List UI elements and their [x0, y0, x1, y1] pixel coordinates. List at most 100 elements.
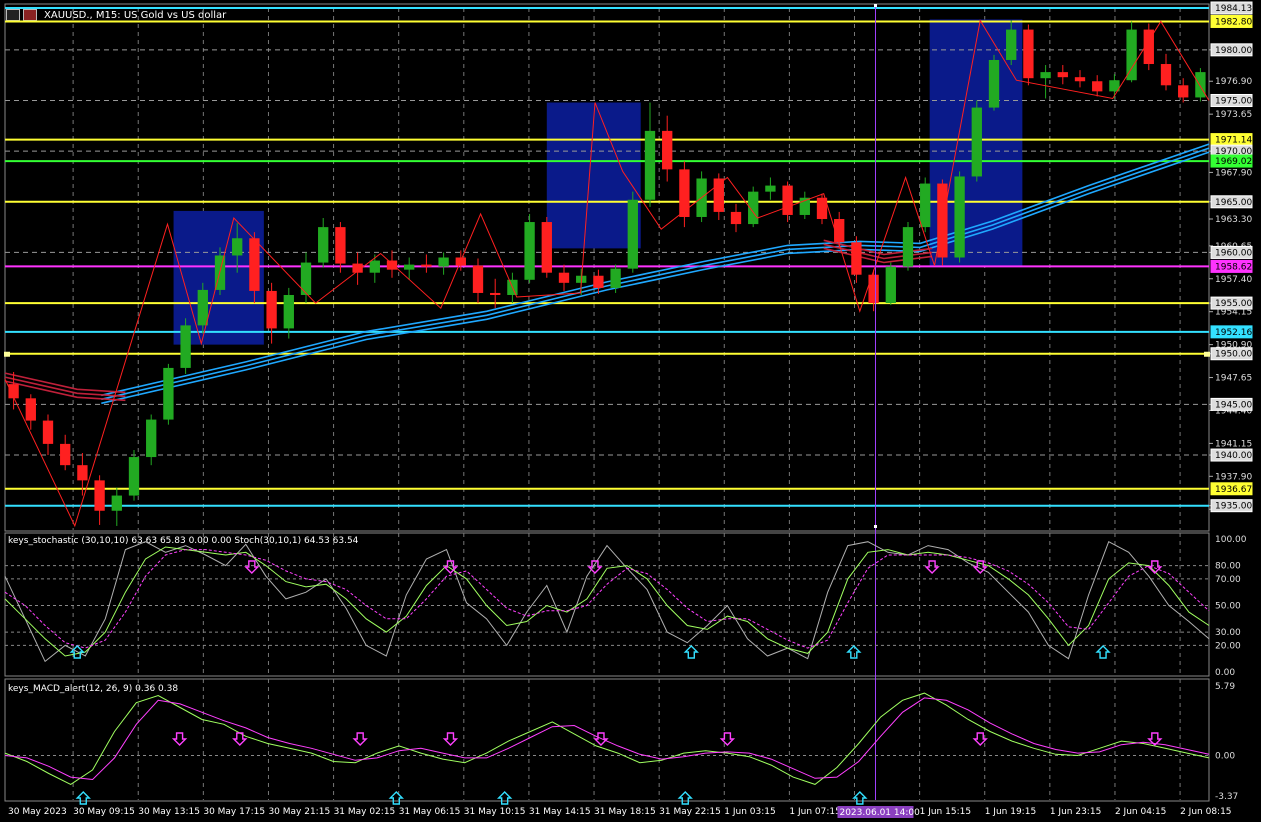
candle-body — [782, 185, 793, 215]
candle-body — [25, 398, 36, 421]
x-tick-label: 31 May 18:15 — [594, 807, 656, 817]
candle-body — [868, 274, 879, 304]
stoch-tick-label: 30.00 — [1215, 628, 1241, 638]
price-level-tag-text: 1965.00 — [1215, 198, 1252, 208]
crosshair-time-tag: 2023.06.01 14:00 — [837, 806, 920, 818]
moving-average-red — [4, 372, 126, 394]
price-level-tag-text: 1952.16 — [1215, 328, 1252, 338]
price-level-tag: 1936.67 — [1210, 482, 1253, 496]
x-tick-label: 30 May 09:15 — [73, 807, 135, 817]
macd-sell-arrow-icon — [442, 732, 459, 746]
crosshair-handle — [873, 4, 877, 7]
candle-body — [490, 292, 501, 295]
candle-body — [1023, 29, 1034, 79]
candle-body — [77, 465, 88, 481]
y-tick-label: 1941.15 — [1215, 439, 1252, 449]
candle-body — [197, 289, 208, 326]
price-level-tag: 1935.00 — [1210, 499, 1253, 513]
candle-body — [902, 227, 914, 267]
chart-root[interactable]: XAUUSD., M15: US Gold vs US dollar keys_… — [0, 0, 1261, 822]
candle-body — [524, 222, 535, 280]
candle-body — [42, 420, 54, 444]
candle-body — [679, 169, 690, 217]
candle-body — [988, 59, 1000, 108]
candle-body — [851, 242, 862, 275]
candle-body — [163, 367, 174, 420]
y-tick-label: 1973.65 — [1215, 110, 1252, 120]
candle-body — [111, 495, 122, 511]
price-level-tag: 1940.00 — [1210, 448, 1253, 462]
x-tick-label: 1 Jun 19:15 — [985, 807, 1036, 817]
macd-sell-arrow-icon — [593, 732, 609, 746]
stoch-buy-arrow-icon — [846, 645, 862, 659]
candle-body — [369, 260, 380, 273]
price-level-tag-text: 1955.00 — [1215, 299, 1252, 309]
candle-body — [232, 238, 243, 256]
candle-body — [920, 183, 931, 228]
candle-body — [558, 272, 570, 283]
price-level-tag-text: 1945.00 — [1215, 400, 1252, 410]
candle-body — [283, 294, 294, 329]
price-level-tag: 1975.00 — [1210, 93, 1253, 107]
x-tick-label: 1 Jun 03:15 — [724, 807, 775, 817]
x-tick-label: 30 May 21:15 — [268, 807, 330, 817]
candle-body — [627, 199, 638, 269]
price-level-tag-text: 1935.00 — [1215, 502, 1252, 512]
macd-buy-arrow-icon — [677, 791, 693, 805]
candle-body — [1178, 85, 1189, 98]
x-tick-label: 1 Jun 15:15 — [920, 807, 971, 817]
y-tick-label: 1957.40 — [1215, 275, 1252, 285]
candle-body — [1160, 64, 1172, 86]
macd-buy-arrow-icon — [75, 791, 91, 805]
level-handle — [1204, 351, 1210, 357]
price-level-tag: 1984.13 — [1210, 1, 1253, 15]
candle-body — [1057, 72, 1068, 78]
x-tick-label: 31 May 02:15 — [334, 807, 396, 817]
candle-body — [1126, 29, 1137, 81]
x-tick-label: 1 Jun 07:15 — [789, 807, 840, 817]
candle-body — [1074, 77, 1086, 82]
stoch-tick-label: 70.00 — [1215, 575, 1241, 585]
macd-tick-label: 5.79 — [1215, 682, 1235, 692]
y-tick-label: 1976.90 — [1215, 77, 1252, 87]
stoch-series-line — [4, 549, 1210, 649]
candle-body — [438, 257, 449, 267]
macd-tick-label: -3.37 — [1215, 792, 1238, 802]
macd-buy-arrow-icon — [852, 791, 868, 805]
candle-body — [610, 268, 621, 288]
stoch-tick-label: 80.00 — [1215, 562, 1241, 572]
price-level-tag: 1971.14 — [1210, 133, 1253, 147]
macd-sell-arrow-icon — [171, 732, 188, 746]
macd-sell-arrow-icon — [719, 732, 736, 746]
candle-body — [472, 265, 484, 293]
stoch-buy-arrow-icon — [1095, 645, 1111, 659]
price-level-tag-text: 1940.00 — [1215, 451, 1252, 461]
candle-body — [885, 266, 896, 304]
x-tick-label: 31 May 22:15 — [659, 807, 721, 817]
candle-body — [318, 227, 329, 263]
candle-body — [541, 222, 552, 273]
candle-body — [335, 227, 346, 264]
candle-body — [971, 107, 982, 177]
macd-sell-arrow-icon — [352, 732, 368, 746]
price-level-tag: 1980.00 — [1210, 43, 1253, 57]
price-level-tag-text: 1975.00 — [1215, 96, 1252, 106]
stoch-tick-label: 100.00 — [1215, 535, 1247, 545]
stoch-tick-label: 20.00 — [1215, 641, 1241, 651]
x-tick-label: 2 Jun 08:15 — [1180, 807, 1231, 817]
candle-body — [954, 176, 965, 258]
price-level-tag-text: 1936.67 — [1215, 485, 1252, 495]
x-tick-label: 31 May 14:15 — [529, 807, 591, 817]
price-level-tag: 1958.62 — [1210, 259, 1253, 273]
price-level-tag-text: 1960.00 — [1215, 248, 1252, 258]
chart-svg[interactable]: 30 May 2023 30 May 09:15 30 May 13:15 30 Ma… — [0, 0, 1261, 822]
stoch-tick-label: 50.00 — [1215, 602, 1241, 612]
y-tick-label: 1967.90 — [1215, 168, 1252, 178]
stoch-series-line — [4, 540, 1210, 663]
y-tick-label: 1947.65 — [1215, 374, 1252, 384]
x-tick-label: 31 May 10:15 — [464, 807, 526, 817]
candle-body — [662, 130, 673, 170]
price-level-tag-text: 1971.14 — [1215, 136, 1252, 146]
price-level-tag-text: 1950.00 — [1215, 350, 1252, 360]
candle-body — [834, 219, 845, 243]
